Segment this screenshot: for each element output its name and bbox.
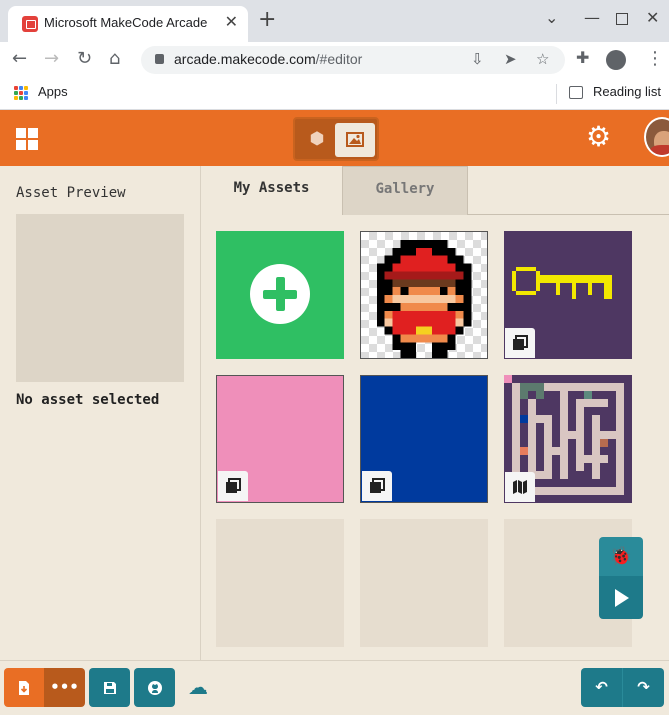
bookmarks-bar: Apps Reading list xyxy=(0,78,669,110)
asset-editor-icon[interactable] xyxy=(335,123,375,157)
redo-button[interactable]: ↷ xyxy=(622,668,664,707)
install-app-icon[interactable]: ⇩ xyxy=(471,50,484,68)
plus-icon xyxy=(250,264,310,324)
back-icon[interactable]: ← xyxy=(12,48,27,69)
apps-bookmark[interactable]: Apps xyxy=(38,84,68,99)
forward-icon[interactable]: → xyxy=(44,48,59,69)
download-button[interactable] xyxy=(4,668,44,707)
lock-icon xyxy=(155,54,164,64)
browser-menu-icon[interactable]: ⋮ xyxy=(646,48,664,69)
python-editor-icon[interactable]: ⬢ xyxy=(301,124,333,154)
image-stack-icon xyxy=(218,471,248,501)
browser-tab-bar: Microsoft MakeCode Arcade ✕ + ⌄ — ✕ xyxy=(0,0,669,42)
pink-image-asset[interactable] xyxy=(216,375,344,503)
play-simulator-button[interactable] xyxy=(599,576,643,619)
reading-list-icon[interactable] xyxy=(569,86,583,99)
github-button[interactable] xyxy=(134,668,175,707)
divider xyxy=(556,84,557,104)
image-stack-icon xyxy=(362,471,392,501)
asset-preview-panel: Asset Preview No asset selected xyxy=(0,166,201,660)
debug-bug-icon[interactable]: 🐞 xyxy=(599,537,643,576)
character-sprite-image xyxy=(376,239,472,358)
no-asset-message: No asset selected xyxy=(16,392,160,408)
reading-list-button[interactable]: Reading list xyxy=(593,84,661,99)
undo-button[interactable]: ↶ xyxy=(581,668,622,707)
maximize-window-button[interactable] xyxy=(616,13,628,25)
tab-title: Microsoft MakeCode Arcade xyxy=(44,15,208,30)
image-stack-icon xyxy=(505,328,535,358)
makecode-header: ⬢ ⚙ xyxy=(0,110,669,166)
tab-search-chevron-icon[interactable]: ⌄ xyxy=(545,8,558,27)
close-window-button[interactable]: ✕ xyxy=(646,8,659,27)
editor-toggle: ⬢ xyxy=(293,117,379,161)
send-icon[interactable]: ➤ xyxy=(504,50,517,68)
asset-preview-box xyxy=(16,214,184,382)
more-options-button[interactable]: ••• xyxy=(44,668,85,707)
home-icon[interactable]: ⌂ xyxy=(109,48,120,69)
url-text: arcade.makecode.com/#editor xyxy=(174,51,363,67)
new-tab-button[interactable]: + xyxy=(258,8,276,32)
reload-icon[interactable]: ↻ xyxy=(77,48,92,69)
home-menu-icon[interactable] xyxy=(16,128,38,150)
asset-preview-title: Asset Preview xyxy=(16,185,126,201)
cloud-sync-icon[interactable]: ☁ xyxy=(183,668,213,707)
makecode-favicon-icon xyxy=(22,16,38,32)
blue-image-asset[interactable] xyxy=(360,375,488,503)
empty-asset-slot xyxy=(216,519,344,647)
apps-icon[interactable] xyxy=(14,86,28,100)
settings-gear-icon[interactable]: ⚙ xyxy=(586,123,611,151)
map-icon xyxy=(505,472,535,502)
tab-gallery[interactable]: Gallery xyxy=(342,166,468,215)
browser-toolbar: ← → ↻ ⌂ arcade.makecode.com/#editor ⇩ ➤ … xyxy=(0,42,669,78)
extensions-icon[interactable]: ✚ xyxy=(576,48,589,67)
save-button[interactable] xyxy=(89,668,130,707)
minimize-window-button[interactable]: — xyxy=(584,8,600,27)
character-sprite-asset[interactable] xyxy=(360,231,488,359)
profile-icon[interactable] xyxy=(606,50,626,70)
maze-tilemap-asset[interactable] xyxy=(504,375,632,503)
tab-my-assets[interactable]: My Assets xyxy=(201,166,342,215)
key-image-asset[interactable] xyxy=(504,231,632,359)
address-bar[interactable]: arcade.makecode.com/#editor ⇩ ➤ ☆ xyxy=(141,46,565,74)
empty-asset-slot xyxy=(360,519,488,647)
browser-tab[interactable]: Microsoft MakeCode Arcade ✕ xyxy=(8,6,248,42)
new-asset-button[interactable] xyxy=(216,231,344,359)
close-tab-icon[interactable]: ✕ xyxy=(225,12,238,31)
asset-tabs: My Assets Gallery xyxy=(201,166,669,215)
bookmark-star-icon[interactable]: ☆ xyxy=(536,50,549,68)
